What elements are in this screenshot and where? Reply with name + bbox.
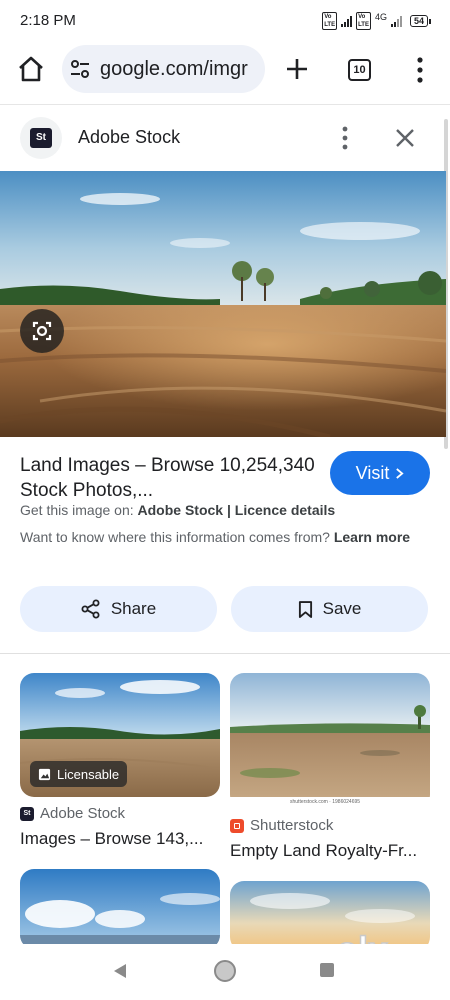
shutterstock-icon: [230, 818, 244, 833]
adobe-stock-logo: St: [30, 128, 52, 148]
volte-icon: Vo LTE: [322, 12, 338, 30]
licensable-badge: Licensable: [30, 761, 128, 787]
shutterstock-watermark: shutterstock.com · 1986024695: [290, 799, 361, 805]
signal-icon-2: [390, 15, 402, 27]
battery-icon: 54: [409, 15, 432, 27]
card-source-name: Shutterstock: [250, 817, 334, 834]
volte-icon-2: Vo LTE: [356, 12, 371, 30]
card-title[interactable]: Empty Land Royalty-Fr...: [230, 841, 430, 861]
get-image-prefix: Get this image on:: [20, 502, 134, 518]
status-bar: 2:18 PM Vo LTE Vo LTE 4G 54: [0, 0, 450, 42]
lens-button[interactable]: [20, 309, 64, 353]
lens-icon: [32, 321, 52, 341]
adobe-stock-icon: St: [20, 806, 34, 821]
separator: |: [226, 502, 231, 518]
related-image[interactable]: [20, 869, 220, 944]
chevron-right-icon: [396, 467, 404, 479]
source-logo: St: [20, 117, 62, 159]
result-title[interactable]: Land Images – Browse 10,254,340 Stock Ph…: [20, 453, 320, 503]
signal-icon: [341, 15, 353, 27]
related-card[interactable]: Licensable St Adobe Stock Images – Brows…: [20, 673, 220, 863]
home-icon[interactable]: [16, 54, 46, 84]
browser-toolbar: google.com/imgr 10: [0, 42, 450, 98]
licensable-label: Licensable: [57, 766, 120, 782]
share-icon: [81, 599, 100, 619]
visit-label: Visit: [355, 462, 390, 483]
system-nav-bar: [0, 944, 450, 1000]
bookmark-icon: [298, 600, 312, 618]
home-nav-icon[interactable]: [214, 960, 236, 982]
divider: [0, 653, 450, 654]
info-text: Want to know where this information come…: [20, 527, 420, 547]
url-text[interactable]: google.com/imgr: [100, 58, 260, 81]
source-name[interactable]: Adobe Stock: [78, 127, 180, 148]
licence-details-link[interactable]: Licence details: [235, 502, 335, 518]
card-title[interactable]: Images – Browse 143,...: [20, 829, 220, 849]
hero-image[interactable]: [0, 171, 446, 437]
status-time: 2:18 PM: [20, 12, 76, 29]
save-button[interactable]: Save: [231, 586, 428, 632]
get-image-line: Get this image on: Adobe Stock | Licence…: [20, 502, 335, 518]
image-detail-panel: St Adobe Stock Land Images – Browse 10,2…: [0, 104, 450, 944]
save-label: Save: [322, 599, 362, 618]
panel-more-icon[interactable]: [338, 125, 352, 151]
info-question: Want to know where this information come…: [20, 529, 330, 545]
card-source-name: Adobe Stock: [40, 805, 126, 822]
network-type: 4G: [374, 12, 387, 22]
learn-more-link[interactable]: Learn more: [334, 529, 410, 545]
tab-switcher-button[interactable]: 10: [348, 59, 371, 81]
share-button[interactable]: Share: [20, 586, 217, 632]
card-source: Shutterstock: [230, 817, 333, 834]
card-source: St Adobe Stock: [20, 805, 125, 822]
related-card[interactable]: shutterstock.com · 1986024695 Shuttersto…: [230, 673, 430, 863]
close-icon[interactable]: [392, 125, 418, 151]
plus-icon[interactable]: [284, 56, 310, 82]
back-icon[interactable]: [112, 962, 128, 980]
image-icon: [38, 768, 51, 780]
get-image-source-link[interactable]: Adobe Stock: [138, 502, 224, 518]
related-card[interactable]: [20, 869, 220, 944]
recents-icon[interactable]: [320, 963, 334, 977]
address-bar[interactable]: google.com/imgr: [62, 45, 265, 93]
more-vert-icon[interactable]: [410, 56, 430, 84]
status-icons: Vo LTE Vo LTE 4G 54: [322, 12, 432, 30]
visit-button[interactable]: Visit: [330, 451, 430, 495]
share-label: Share: [110, 599, 157, 618]
related-image[interactable]: [230, 673, 430, 809]
tune-icon[interactable]: [70, 60, 90, 78]
